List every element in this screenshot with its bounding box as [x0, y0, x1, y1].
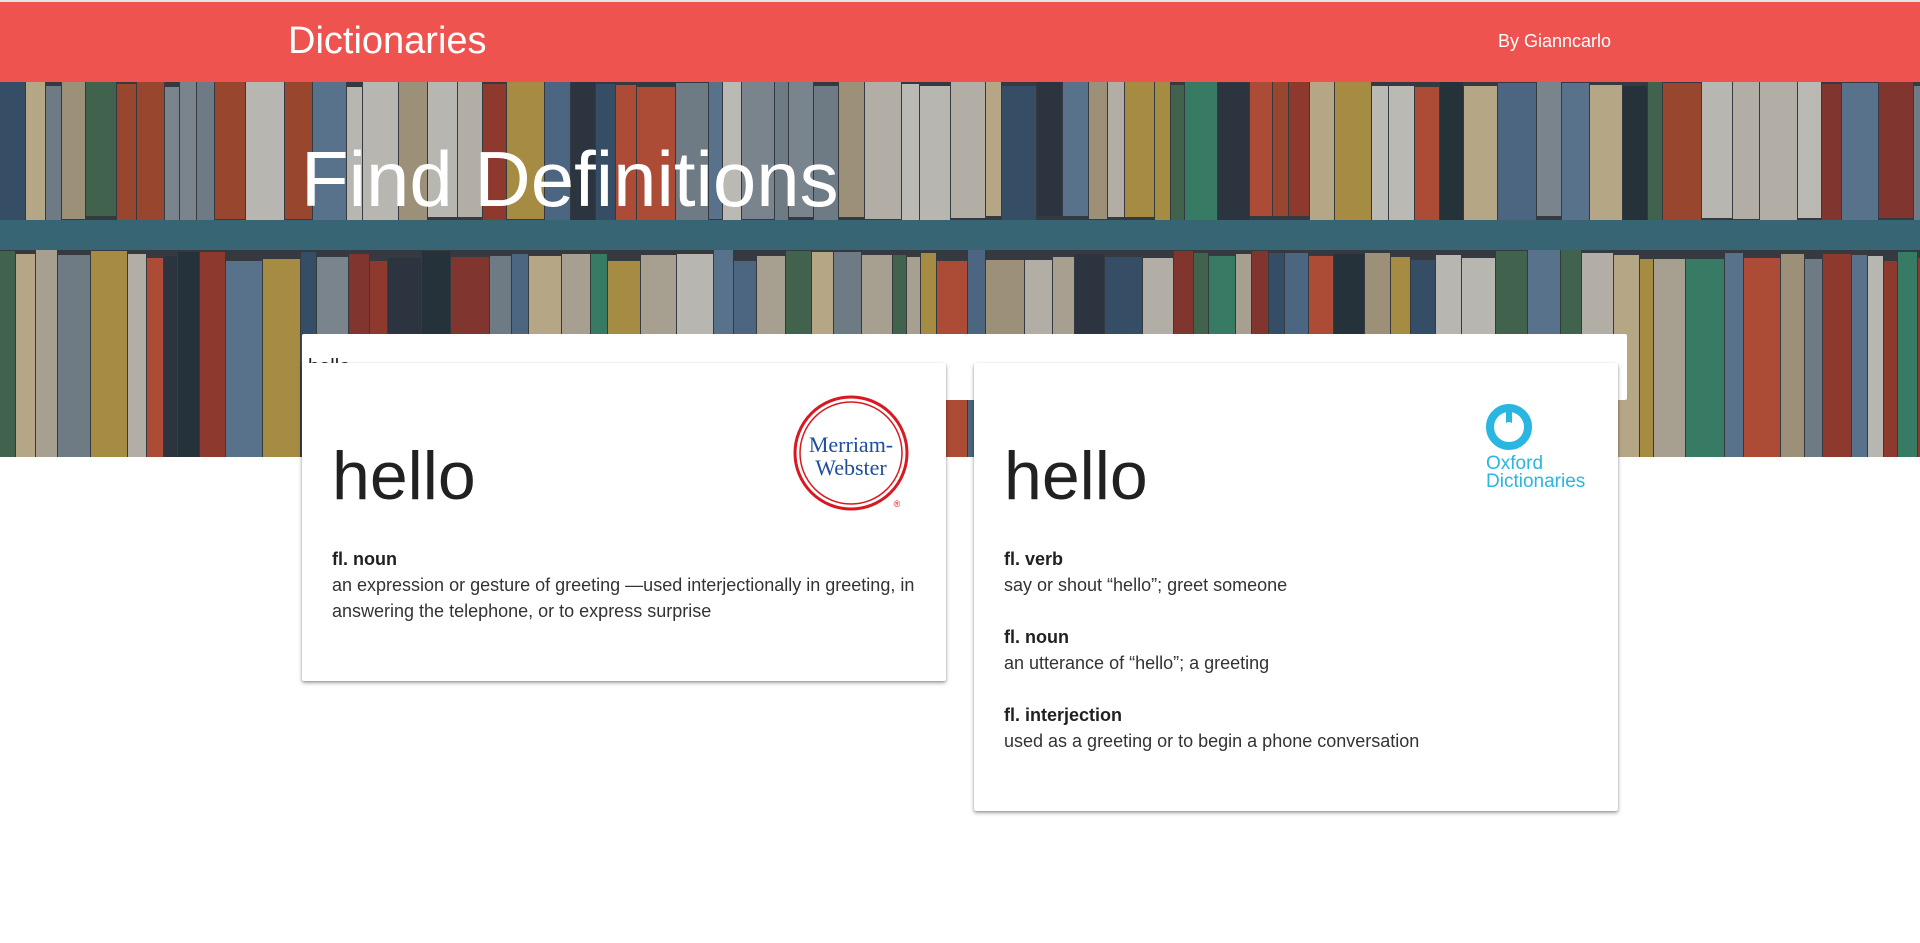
hero-banner: Find Definitions: [0, 82, 1920, 457]
part-of-speech: fl. verb: [1004, 549, 1064, 569]
merriam-webster-logo: Merriam- Webster ®: [793, 395, 909, 511]
part-of-speech: fl. noun: [332, 549, 397, 569]
definition-word: hello: [332, 438, 476, 514]
mw-registered-mark: ®: [894, 499, 901, 509]
brand-link[interactable]: Dictionaries: [288, 20, 487, 63]
definition-item: fl. noun an expression or gesture of gre…: [332, 546, 922, 624]
definition-text: say or shout “hello”; greet someone: [1004, 575, 1288, 595]
page-title: Find Definitions: [301, 135, 839, 223]
oxford-logo-line2: Dictionaries: [1486, 471, 1585, 492]
definition-text: used as a greeting or to begin a phone c…: [1004, 731, 1420, 751]
part-of-speech: fl. interjection: [1004, 705, 1123, 725]
definition-item: fl. interjection used as a greeting or t…: [1004, 702, 1594, 754]
definition-text: an expression or gesture of greeting —us…: [332, 575, 915, 621]
oxford-card: Oxford Dictionaries hello fl. verb say o…: [974, 363, 1618, 811]
oxford-dictionaries-logo: Oxford Dictionaries: [1486, 404, 1585, 492]
definition-item: fl. verb say or shout “hello”; greet som…: [1004, 546, 1594, 598]
definition-list: fl. verb say or shout “hello”; greet som…: [1004, 546, 1594, 780]
definition-item: fl. noun an utterance of “hello”; a gree…: [1004, 624, 1594, 676]
top-nav-bar: Dictionaries By Gianncarlo: [0, 0, 1920, 82]
mw-logo-line2: Webster: [815, 455, 887, 480]
definition-text: an utterance of “hello”; a greeting: [1004, 653, 1270, 673]
mw-logo-line1: Merriam-: [809, 432, 893, 457]
hero-overlay: [0, 82, 1920, 457]
definition-list: fl. noun an expression or gesture of gre…: [332, 546, 922, 650]
part-of-speech: fl. noun: [1004, 627, 1069, 647]
merriam-webster-card: Merriam- Webster ® hello fl. noun an exp…: [302, 363, 946, 681]
author-link[interactable]: By Gianncarlo: [1498, 31, 1611, 52]
definition-word: hello: [1004, 438, 1148, 514]
